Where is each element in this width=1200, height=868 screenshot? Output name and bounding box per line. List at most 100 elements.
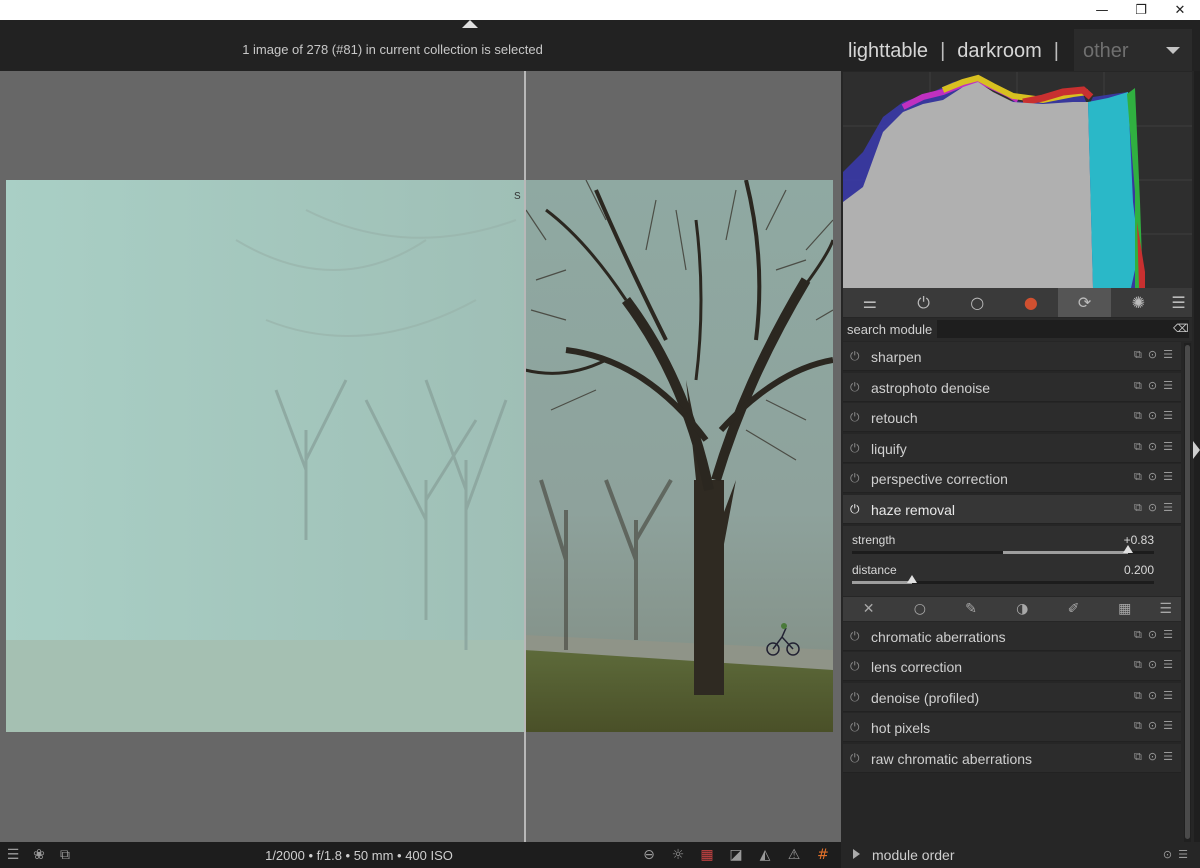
power-icon[interactable]: ⏻	[850, 471, 864, 485]
module-sharpen[interactable]: ⏻ sharpen ⧉ ⊙ ☰	[843, 342, 1181, 371]
power-icon[interactable]: ⏻	[850, 690, 864, 704]
styles-icon[interactable]: ❀	[28, 845, 50, 865]
power-icon[interactable]: ⏻	[897, 288, 951, 317]
power-icon[interactable]: ⏻	[850, 349, 864, 363]
mask-menu-icon[interactable]: ☰	[1150, 597, 1181, 621]
presets-icon[interactable]: ⧉	[1134, 628, 1142, 642]
reset-icon[interactable]: ⊙	[1163, 848, 1172, 861]
guides-icon[interactable]: #	[812, 845, 834, 865]
collapse-right-panel-arrow[interactable]	[1193, 441, 1200, 459]
module-menu-icon[interactable]: ☰	[1163, 348, 1173, 362]
menu-icon[interactable]: ☰	[1165, 288, 1192, 317]
split-view-divider[interactable]	[524, 71, 526, 842]
restore-button[interactable]: ❐	[1124, 0, 1158, 20]
clear-search-icon[interactable]: ⌫	[1173, 322, 1189, 335]
module-perspective-correction[interactable]: ⏻ perspective correction ⧉ ⊙ ☰	[843, 464, 1181, 493]
mask-drawn-icon[interactable]: ✎	[945, 597, 996, 621]
module-menu-icon[interactable]: ☰	[1163, 379, 1173, 393]
close-button[interactable]: ✕	[1163, 0, 1197, 20]
sliders-icon[interactable]: ⚌	[843, 288, 897, 317]
module-liquify[interactable]: ⏻ liquify ⧉ ⊙ ☰	[843, 434, 1181, 463]
presets-icon[interactable]: ⧉	[1134, 658, 1142, 672]
mask-off-icon[interactable]: ✕	[843, 597, 894, 621]
module-menu-icon[interactable]: ☰	[1163, 628, 1173, 642]
reset-icon[interactable]: ⊙	[1148, 719, 1157, 733]
reset-icon[interactable]: ⊙	[1148, 348, 1157, 362]
collapse-top-panel-arrow[interactable]	[462, 20, 478, 28]
minimize-button[interactable]: —	[1085, 0, 1119, 20]
gamut-check-icon[interactable]: ◭	[754, 845, 776, 865]
module-menu-icon[interactable]: ☰	[1163, 719, 1173, 733]
module-hot-pixels[interactable]: ⏻ hot pixels ⧉ ⊙ ☰	[843, 713, 1181, 742]
reset-icon[interactable]: ⊙	[1148, 379, 1157, 393]
view-other-dropdown[interactable]: other	[1074, 29, 1192, 71]
reset-icon[interactable]: ⊙	[1148, 440, 1157, 454]
module-denoise-profiled[interactable]: ⏻ denoise (profiled) ⧉ ⊙ ☰	[843, 683, 1181, 712]
aperture-icon[interactable]: ✺	[1111, 288, 1165, 317]
reset-icon[interactable]: ⊙	[1148, 409, 1157, 423]
color-wheel-icon[interactable]: ●	[1004, 288, 1058, 317]
power-icon[interactable]: ⏻	[850, 410, 864, 424]
view-darkroom[interactable]: darkroom	[957, 40, 1041, 63]
module-menu-icon[interactable]: ☰	[1163, 658, 1173, 672]
module-retouch[interactable]: ⏻ retouch ⧉ ⊙ ☰	[843, 403, 1181, 432]
second-window-icon[interactable]: ⧉	[54, 845, 76, 865]
slider-thumb[interactable]	[1123, 545, 1134, 553]
slider-thumb[interactable]	[907, 575, 918, 583]
presets-icon[interactable]: ⧉	[1134, 440, 1142, 454]
mask-uniform-icon[interactable]: ○	[894, 597, 945, 621]
presets-icon[interactable]: ⧉	[1134, 348, 1142, 362]
histogram[interactable]	[843, 72, 1192, 288]
module-raw-chromatic-aberrations[interactable]: ⏻ raw chromatic aberrations ⧉ ⊙ ☰	[843, 744, 1181, 773]
module-menu-icon[interactable]: ☰	[1178, 848, 1188, 861]
color-assessment-icon[interactable]: ▦	[696, 845, 718, 865]
mask-parametric-icon[interactable]: ◑	[997, 597, 1048, 621]
refresh-icon[interactable]: ⟳	[1057, 288, 1112, 317]
module-menu-icon[interactable]: ☰	[1163, 470, 1173, 484]
power-icon[interactable]: ⏻	[850, 751, 864, 765]
bulb-icon[interactable]: ☼	[667, 845, 689, 865]
softproof-icon[interactable]: ◪	[725, 845, 747, 865]
presets-icon[interactable]: ⧉	[1134, 501, 1142, 515]
module-lens-correction[interactable]: ⏻ lens correction ⧉ ⊙ ☰	[843, 652, 1181, 681]
power-icon[interactable]: ⏻	[850, 502, 864, 516]
mask-raster-icon[interactable]: ▦	[1099, 597, 1150, 621]
module-menu-icon[interactable]: ☰	[1163, 750, 1173, 764]
module-menu-icon[interactable]: ☰	[1163, 689, 1173, 703]
reset-icon[interactable]: ⊙	[1148, 750, 1157, 764]
module-astrophoto-denoise[interactable]: ⏻ astrophoto denoise ⧉ ⊙ ☰	[843, 373, 1181, 402]
search-module-row: search module ⌫	[843, 318, 1192, 341]
power-icon[interactable]: ⏻	[850, 659, 864, 673]
module-menu-icon[interactable]: ☰	[1163, 440, 1173, 454]
mask-drawn-parametric-icon[interactable]: ✐	[1048, 597, 1099, 621]
module-menu-icon[interactable]: ☰	[1163, 409, 1173, 423]
scrollbar-thumb[interactable]	[1185, 345, 1190, 839]
menu-icon[interactable]: ☰	[2, 845, 24, 865]
warning-icon[interactable]: ⚠	[783, 845, 805, 865]
module-menu-icon[interactable]: ☰	[1163, 501, 1173, 515]
module-haze-removal[interactable]: ⏻ haze removal ⧉ ⊙ ☰	[843, 495, 1181, 524]
circle-icon[interactable]: ○	[950, 288, 1004, 317]
presets-icon[interactable]: ⧉	[1134, 750, 1142, 764]
reset-icon[interactable]: ⊙	[1148, 658, 1157, 672]
focus-peaking-icon[interactable]: ⊖	[638, 845, 660, 865]
search-module-input[interactable]	[937, 320, 1189, 338]
presets-icon[interactable]: ⧉	[1134, 409, 1142, 423]
image-canvas[interactable]: S	[0, 71, 841, 842]
power-icon[interactable]: ⏻	[850, 720, 864, 734]
presets-icon[interactable]: ⧉	[1134, 379, 1142, 393]
expand-arrow-icon[interactable]	[853, 849, 860, 859]
view-lighttable[interactable]: lighttable	[848, 40, 928, 63]
power-icon[interactable]: ⏻	[850, 441, 864, 455]
module-order-bar[interactable]: module order ⊙ ☰	[841, 842, 1200, 868]
power-icon[interactable]: ⏻	[850, 380, 864, 394]
reset-icon[interactable]: ⊙	[1148, 501, 1157, 515]
presets-icon[interactable]: ⧉	[1134, 719, 1142, 733]
reset-icon[interactable]: ⊙	[1148, 628, 1157, 642]
reset-icon[interactable]: ⊙	[1148, 689, 1157, 703]
reset-icon[interactable]: ⊙	[1148, 470, 1157, 484]
presets-icon[interactable]: ⧉	[1134, 689, 1142, 703]
module-chromatic-aberrations[interactable]: ⏻ chromatic aberrations ⧉ ⊙ ☰	[843, 622, 1181, 651]
presets-icon[interactable]: ⧉	[1134, 470, 1142, 484]
power-icon[interactable]: ⏻	[850, 629, 864, 643]
